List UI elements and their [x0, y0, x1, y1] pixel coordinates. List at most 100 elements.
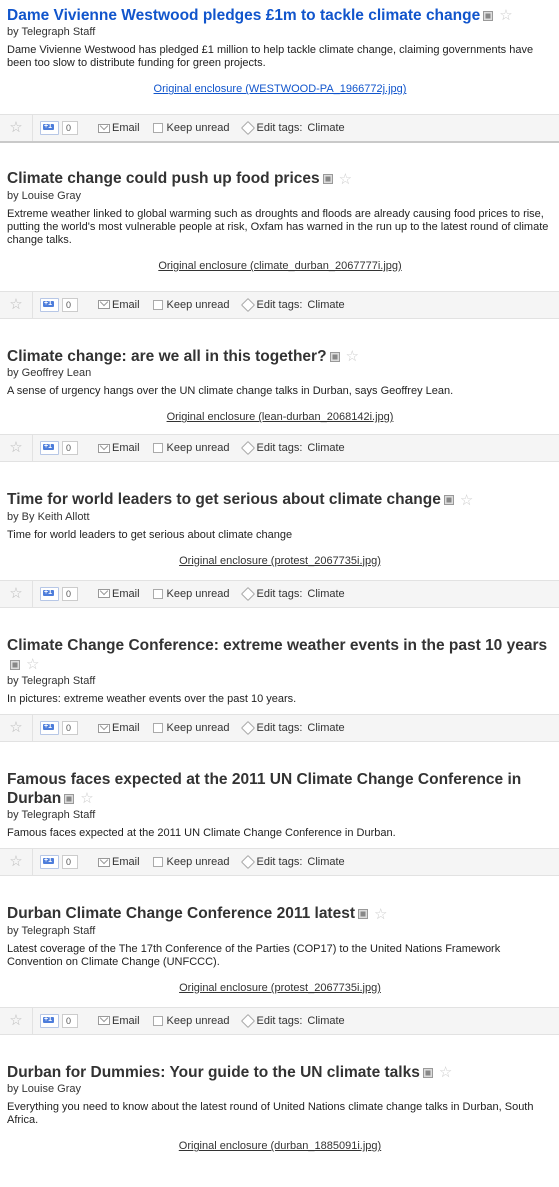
edit-tags-button[interactable]: Edit tags: Climate	[240, 720, 345, 736]
entry-tags: Climate	[307, 442, 345, 455]
keep-unread-toggle[interactable]: Keep unread	[152, 856, 230, 869]
star-icon[interactable]: ☆	[26, 655, 39, 674]
star-button[interactable]: ☆	[0, 580, 33, 607]
plus-one-button[interactable]: 0	[40, 855, 79, 870]
feed-entry[interactable]: Durban Climate Change Conference 2011 la…	[0, 898, 559, 1056]
star-icon[interactable]: ☆	[80, 789, 93, 808]
keep-unread-label: Keep unread	[166, 298, 230, 311]
email-button[interactable]: Email	[98, 722, 140, 734]
entry-spacer	[0, 462, 559, 484]
star-button[interactable]: ☆	[0, 435, 33, 462]
plus-one-icon	[40, 441, 59, 456]
feed-entry[interactable]: Durban for Dummies: Your guide to the UN…	[0, 1057, 559, 1187]
checkbox-icon[interactable]	[152, 299, 163, 310]
star-icon[interactable]: ☆	[346, 347, 359, 366]
plus-one-button[interactable]: 0	[40, 441, 79, 456]
star-button[interactable]: ☆	[0, 715, 33, 742]
feed-entry[interactable]: Dame Vivienne Westwood pledges £1m to ta…	[0, 0, 559, 163]
plus-one-button[interactable]: 0	[40, 121, 79, 136]
email-button[interactable]: Email	[98, 1015, 140, 1027]
entry-spacer	[0, 742, 559, 764]
edit-tags-button[interactable]: Edit tags: Climate	[240, 297, 345, 312]
email-button[interactable]: Email	[98, 588, 140, 600]
original-enclosure-link[interactable]: Original enclosure (WESTWOOD-PA_1966772j…	[154, 83, 407, 95]
plus-one-button[interactable]: 0	[40, 721, 79, 736]
entry-title-link[interactable]: Climate change: are we all in this toget…	[7, 348, 327, 365]
email-button[interactable]: Email	[98, 856, 140, 868]
plus-one-button[interactable]: 0	[40, 1013, 79, 1028]
external-link-icon[interactable]	[422, 1067, 433, 1078]
star-icon[interactable]: ☆	[499, 6, 512, 25]
external-link-icon[interactable]	[358, 909, 369, 920]
external-link-icon[interactable]	[329, 351, 340, 362]
edit-tags-button[interactable]: Edit tags: Climate	[240, 586, 345, 601]
email-button[interactable]: Email	[98, 442, 140, 454]
keep-unread-toggle[interactable]: Keep unread	[152, 442, 230, 454]
plus-one-button[interactable]: 0	[40, 586, 79, 601]
star-button[interactable]: ☆	[0, 1007, 33, 1034]
keep-unread-label: Keep unread	[166, 1014, 230, 1027]
entry-title-link[interactable]: Dame Vivienne Westwood pledges £1m to ta…	[7, 7, 480, 24]
checkbox-icon[interactable]	[152, 588, 163, 599]
tag-icon	[240, 121, 255, 136]
checkbox-icon[interactable]	[152, 443, 163, 454]
edit-tags-label: Edit tags:	[256, 442, 303, 455]
entry-title-link[interactable]: Durban for Dummies: Your guide to the UN…	[7, 1064, 420, 1081]
edit-tags-label: Edit tags:	[256, 298, 303, 311]
star-icon[interactable]: ☆	[439, 1063, 452, 1082]
original-enclosure-link[interactable]: Original enclosure (protest_2067735i.jpg…	[179, 982, 381, 994]
keep-unread-toggle[interactable]: Keep unread	[152, 122, 230, 135]
entry-spacer	[0, 143, 559, 163]
external-link-icon[interactable]	[64, 793, 75, 804]
entry-title: Famous faces expected at the 2011 UN Cli…	[7, 770, 553, 808]
star-button[interactable]: ☆	[0, 849, 33, 876]
entry-content: Famous faces expected at the 2011 UN Cli…	[0, 764, 559, 848]
feed-entry[interactable]: Famous faces expected at the 2011 UN Cli…	[0, 764, 559, 898]
tag-icon	[240, 720, 255, 736]
original-enclosure-link[interactable]: Original enclosure (durban_1885091i.jpg)	[179, 1140, 381, 1152]
keep-unread-toggle[interactable]: Keep unread	[152, 588, 230, 600]
keep-unread-label: Keep unread	[166, 122, 230, 135]
plus-one-icon	[40, 586, 59, 601]
tag-icon	[240, 441, 255, 456]
checkbox-icon[interactable]	[152, 123, 163, 134]
star-icon[interactable]: ☆	[374, 905, 387, 924]
entry-content: Climate change: are we all in this toget…	[0, 341, 559, 434]
edit-tags-button[interactable]: Edit tags: Climate	[240, 121, 345, 136]
plus-one-button[interactable]: 0	[40, 297, 79, 312]
keep-unread-label: Keep unread	[166, 856, 230, 869]
plus-one-icon	[40, 721, 59, 736]
entry-title-link[interactable]: Time for world leaders to get serious ab…	[7, 491, 441, 508]
edit-tags-button[interactable]: Edit tags: Climate	[240, 855, 345, 870]
entry-title-link[interactable]: Climate change could push up food prices	[7, 170, 320, 187]
checkbox-icon[interactable]	[152, 1015, 163, 1026]
checkbox-icon[interactable]	[152, 723, 163, 734]
star-icon[interactable]: ☆	[460, 491, 473, 510]
star-icon[interactable]: ☆	[339, 170, 352, 189]
external-link-icon[interactable]	[443, 495, 454, 506]
entry-title-link[interactable]: Durban Climate Change Conference 2011 la…	[7, 905, 355, 922]
external-link-icon[interactable]	[483, 10, 494, 21]
keep-unread-toggle[interactable]: Keep unread	[152, 298, 230, 311]
original-enclosure-link[interactable]: Original enclosure (protest_2067735i.jpg…	[179, 555, 381, 567]
feed-entry[interactable]: Climate Change Conference: extreme weath…	[0, 630, 559, 764]
edit-tags-button[interactable]: Edit tags: Climate	[240, 1013, 345, 1028]
original-enclosure-link[interactable]: Original enclosure (lean-durban_2068142i…	[167, 411, 394, 423]
feed-entry[interactable]: Time for world leaders to get serious ab…	[0, 484, 559, 629]
checkbox-icon[interactable]	[152, 857, 163, 868]
original-enclosure-link[interactable]: Original enclosure (climate_durban_20677…	[158, 260, 401, 272]
edit-tags-button[interactable]: Edit tags: Climate	[240, 441, 345, 456]
keep-unread-toggle[interactable]: Keep unread	[152, 722, 230, 735]
feed-entry[interactable]: Climate change: are we all in this toget…	[0, 341, 559, 484]
entry-title: Climate Change Conference: extreme weath…	[7, 636, 553, 674]
feed-entry[interactable]: Climate change could push up food prices…	[0, 163, 559, 340]
email-button[interactable]: Email	[98, 122, 140, 134]
email-button[interactable]: Email	[98, 299, 140, 311]
external-link-icon[interactable]	[10, 659, 20, 670]
star-button[interactable]: ☆	[0, 291, 33, 318]
external-link-icon[interactable]	[322, 174, 333, 185]
entry-title-link[interactable]: Climate Change Conference: extreme weath…	[7, 637, 547, 654]
keep-unread-label: Keep unread	[166, 722, 230, 735]
star-button[interactable]: ☆	[0, 115, 33, 142]
keep-unread-toggle[interactable]: Keep unread	[152, 1014, 230, 1027]
